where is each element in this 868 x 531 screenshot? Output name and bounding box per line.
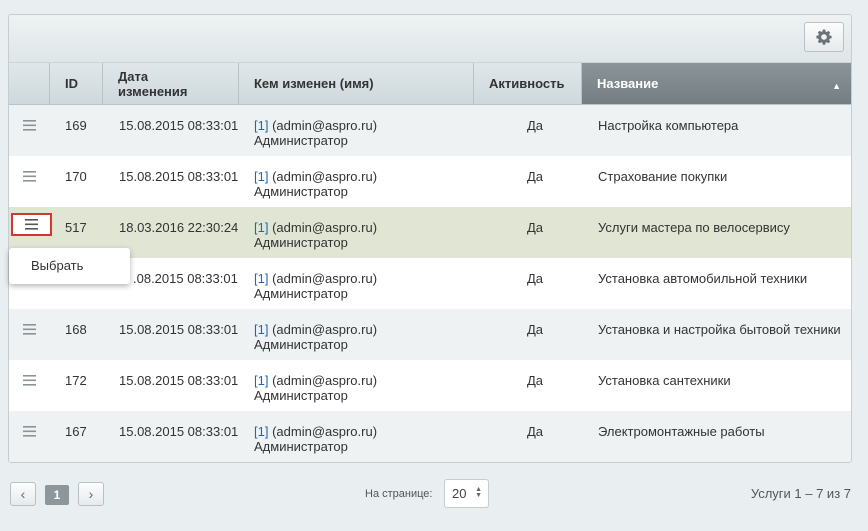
user-email: (admin@aspro.ru) bbox=[268, 169, 378, 184]
user-email: (admin@aspro.ru) bbox=[268, 220, 378, 235]
user-role: Администратор bbox=[254, 388, 348, 403]
user-role: Администратор bbox=[254, 184, 348, 199]
hamburger-icon bbox=[25, 219, 38, 230]
current-page[interactable]: 1 bbox=[45, 485, 69, 505]
cell-date: 15.08.2015 08:33:01 bbox=[119, 118, 239, 133]
total-count: Услуги 1 – 7 из 7 bbox=[750, 486, 851, 501]
header-name-sorted[interactable]: Название ▲ bbox=[582, 63, 851, 104]
row-menu-button[interactable] bbox=[11, 213, 52, 236]
header-date[interactable]: Дата изменения bbox=[103, 63, 239, 104]
user-link[interactable]: [1] bbox=[254, 322, 268, 337]
per-page-select[interactable]: 20 ▲ ▼ bbox=[444, 479, 489, 508]
table-row[interactable]: 168 15.08.2015 08:33:01 [1] (admin@aspro.r… bbox=[9, 309, 851, 360]
cell-name: Установка автомобильной техники bbox=[598, 271, 808, 286]
header-id[interactable]: ID bbox=[50, 63, 103, 104]
cell-id: 517 bbox=[65, 220, 87, 235]
cell-date: 15.08.2015 08:33:01 bbox=[119, 424, 239, 439]
user-role: Администратор bbox=[254, 133, 348, 148]
cell-id: 168 bbox=[65, 322, 87, 337]
cell-name: Электромонтажные работы bbox=[598, 424, 765, 439]
cell-name: Страхование покупки bbox=[598, 169, 728, 184]
row-menu-button[interactable] bbox=[19, 166, 39, 186]
table-row[interactable]: 170 15.08.2015 08:33:01 [1] (admin@aspro.r… bbox=[9, 156, 851, 207]
grid-panel: ID Дата изменения Кем изменен (имя) Акти… bbox=[8, 14, 852, 463]
user-link[interactable]: [1] bbox=[254, 271, 268, 286]
user-link[interactable]: [1] bbox=[254, 373, 268, 388]
cell-date: 15.08.2015 08:33:01 bbox=[119, 373, 239, 388]
user-link[interactable]: [1] bbox=[254, 220, 268, 235]
header-active[interactable]: Активность bbox=[474, 63, 582, 104]
row-menu-button[interactable] bbox=[19, 370, 39, 390]
menu-item-select[interactable]: Выбрать bbox=[31, 258, 83, 273]
hamburger-icon bbox=[22, 170, 36, 182]
cell-id: 169 bbox=[65, 118, 87, 133]
user-email: (admin@aspro.ru) bbox=[268, 118, 378, 133]
cell-name: Установка сантехники bbox=[598, 373, 731, 388]
table-row[interactable]: 172 15.08.2015 08:33:01 [1] (admin@aspro.r… bbox=[9, 360, 851, 411]
cell-active: Да bbox=[527, 424, 544, 439]
hamburger-icon bbox=[22, 323, 36, 335]
cell-modified-by: [1] (admin@aspro.ru) Администратор bbox=[254, 322, 377, 352]
cell-name: Услуги мастера по велосервису bbox=[598, 220, 790, 235]
prev-page-button[interactable]: ‹ bbox=[10, 482, 36, 506]
user-email: (admin@aspro.ru) bbox=[268, 271, 378, 286]
cell-active: Да bbox=[527, 169, 544, 184]
row-menu-button[interactable] bbox=[19, 115, 39, 135]
table-row[interactable]: 169 15.08.2015 08:33:01 [1] (admin@aspro.r… bbox=[9, 105, 851, 156]
cell-modified-by: [1] (admin@aspro.ru) Администратор bbox=[254, 118, 377, 148]
header-actions-cell bbox=[9, 63, 50, 104]
pagination-bar: ‹ 1 › На странице: 20 ▲ ▼ Услуги 1 – 7 из… bbox=[0, 470, 868, 520]
cell-modified-by: [1] (admin@aspro.ru) Администратор bbox=[254, 271, 377, 301]
cell-active: Да bbox=[527, 118, 544, 133]
user-role: Администратор bbox=[254, 286, 348, 301]
select-arrows-icon: ▲ ▼ bbox=[475, 486, 482, 499]
cell-active: Да bbox=[527, 271, 544, 286]
cell-modified-by: [1] (admin@aspro.ru) Администратор bbox=[254, 373, 377, 403]
hamburger-icon bbox=[22, 374, 36, 386]
gear-icon bbox=[816, 29, 832, 45]
settings-button[interactable] bbox=[804, 22, 844, 52]
user-link[interactable]: [1] bbox=[254, 424, 268, 439]
user-email: (admin@aspro.ru) bbox=[268, 373, 378, 388]
user-email: (admin@aspro.ru) bbox=[268, 322, 378, 337]
grid-toolbar bbox=[9, 15, 851, 63]
cell-modified-by: [1] (admin@aspro.ru) Администратор bbox=[254, 220, 377, 250]
table-row[interactable]: 167 15.08.2015 08:33:01 [1] (admin@aspro.r… bbox=[9, 411, 851, 462]
cell-name: Настройка компьютера bbox=[598, 118, 739, 133]
cell-date: 15.08.2015 08:33:01 bbox=[119, 169, 239, 184]
cell-id: 172 bbox=[65, 373, 87, 388]
user-role: Администратор bbox=[254, 235, 348, 250]
user-role: Администратор bbox=[254, 337, 348, 352]
cell-modified-by: [1] (admin@aspro.ru) Администратор bbox=[254, 169, 377, 199]
cell-date: 18.03.2016 22:30:24 bbox=[119, 220, 239, 235]
user-link[interactable]: [1] bbox=[254, 118, 268, 133]
cell-active: Да bbox=[527, 373, 544, 388]
table-row[interactable]: 517 18.03.2016 22:30:24 [1] (admin@aspro.r… bbox=[9, 207, 851, 258]
cell-date: .08.2015 08:33:01 bbox=[133, 271, 238, 286]
cell-id: 167 bbox=[65, 424, 87, 439]
cell-id: 170 bbox=[65, 169, 87, 184]
cell-date: 15.08.2015 08:33:01 bbox=[119, 322, 239, 337]
table-row[interactable]: .08.2015 08:33:01 [1] (admin@aspro.ru) Адм… bbox=[9, 258, 851, 309]
cell-modified-by: [1] (admin@aspro.ru) Администратор bbox=[254, 424, 377, 454]
header-modified-by[interactable]: Кем изменен (имя) bbox=[239, 63, 474, 104]
row-context-menu: Выбрать bbox=[9, 248, 130, 284]
user-role: Администратор bbox=[254, 439, 348, 454]
per-page-label: На странице: bbox=[365, 488, 433, 500]
sort-ascending-icon: ▲ bbox=[832, 81, 841, 91]
cell-active: Да bbox=[527, 322, 544, 337]
user-email: (admin@aspro.ru) bbox=[268, 424, 378, 439]
hamburger-icon bbox=[22, 119, 36, 131]
cell-name: Установка и настройка бытовой техники bbox=[598, 322, 841, 337]
row-menu-button[interactable] bbox=[19, 421, 39, 441]
cell-active: Да bbox=[527, 220, 544, 235]
row-menu-button[interactable] bbox=[19, 319, 39, 339]
hamburger-icon bbox=[22, 425, 36, 437]
next-page-button[interactable]: › bbox=[78, 482, 104, 506]
user-link[interactable]: [1] bbox=[254, 169, 268, 184]
table-header: ID Дата изменения Кем изменен (имя) Акти… bbox=[9, 63, 851, 105]
